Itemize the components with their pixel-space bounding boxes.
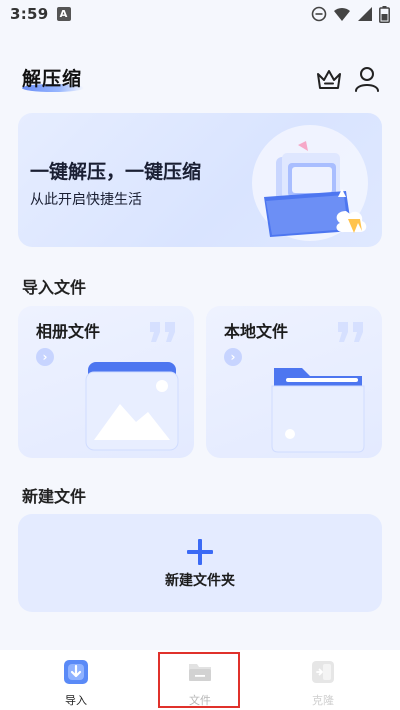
app-header: 解压缩 bbox=[0, 58, 400, 98]
tab-clone-label: 克隆 bbox=[312, 694, 334, 707]
new-folder-button[interactable]: 新建文件夹 bbox=[18, 514, 382, 612]
quote-mark-icon bbox=[338, 322, 363, 342]
banner-subtitle: 从此开启快捷生活 bbox=[30, 192, 142, 208]
promo-banner[interactable]: 一键解压，一键压缩 从此开启快捷生活 bbox=[18, 113, 382, 247]
quote-mark-icon bbox=[150, 322, 175, 342]
banner-title: 一键解压，一键压缩 bbox=[30, 161, 202, 183]
signal-icon bbox=[358, 7, 372, 21]
photo-files-label: 相册文件 bbox=[36, 322, 101, 341]
photo-files-card[interactable]: 相册文件 › bbox=[18, 306, 194, 458]
import-section-title: 导入文件 bbox=[22, 278, 87, 297]
crown-icon[interactable] bbox=[314, 64, 344, 94]
local-files-card[interactable]: 本地文件 › bbox=[206, 306, 382, 458]
create-section-title: 新建文件 bbox=[22, 487, 87, 506]
status-bar: 3:59 A bbox=[0, 0, 400, 28]
photo-folder-icon bbox=[85, 362, 179, 451]
wifi-icon bbox=[334, 7, 350, 21]
tab-clone[interactable]: 克隆 bbox=[283, 650, 363, 710]
plus-icon bbox=[187, 539, 213, 565]
battery-icon bbox=[379, 5, 390, 23]
do-not-disturb-icon bbox=[311, 6, 327, 22]
chevron-right-icon: › bbox=[36, 348, 54, 366]
clone-icon bbox=[312, 661, 334, 683]
tab-import-label: 导入 bbox=[65, 694, 87, 707]
new-folder-label: 新建文件夹 bbox=[165, 573, 235, 589]
local-files-label: 本地文件 bbox=[224, 322, 289, 341]
status-icons bbox=[311, 5, 390, 23]
folder-illustration-icon bbox=[252, 125, 368, 241]
tab-import[interactable]: 导入 bbox=[36, 650, 116, 710]
sim-badge-icon: A bbox=[56, 7, 71, 21]
chevron-right-icon: › bbox=[224, 348, 242, 366]
highlight-annotation-box bbox=[158, 652, 240, 708]
app-title: 解压缩 bbox=[22, 68, 83, 90]
import-icon bbox=[64, 660, 88, 684]
user-icon[interactable] bbox=[352, 64, 382, 94]
local-folder-icon bbox=[271, 368, 365, 453]
status-time: 3:59 bbox=[10, 5, 49, 23]
